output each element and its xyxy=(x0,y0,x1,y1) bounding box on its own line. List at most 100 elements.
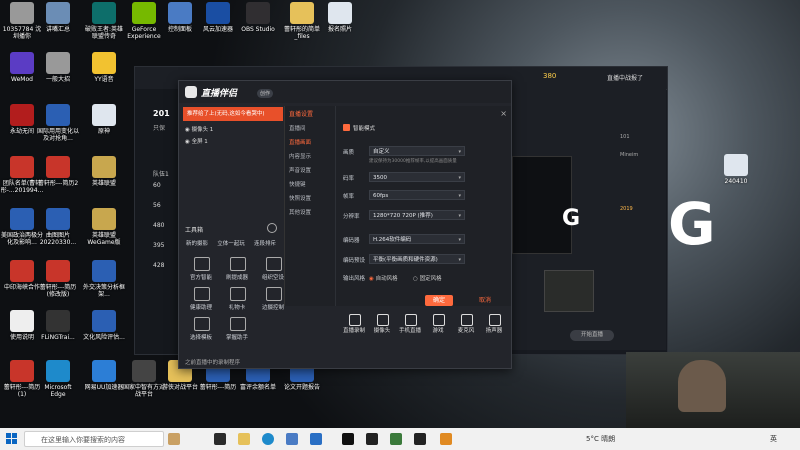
save-button[interactable]: 确定 xyxy=(425,295,453,306)
mail-icon[interactable] xyxy=(310,433,322,445)
pinned-app-icon[interactable] xyxy=(168,433,180,445)
edge-icon[interactable] xyxy=(262,433,274,445)
start-live-button[interactable]: 开始直播 xyxy=(570,330,614,341)
desktop-icon[interactable]: 报名照片 xyxy=(318,2,362,33)
field-select[interactable]: 平衡(平衡画质和硬件资源) ▾ xyxy=(369,254,465,264)
bottom-control-icon[interactable] xyxy=(461,314,473,326)
app2-icon[interactable] xyxy=(440,433,452,445)
desktop-icon[interactable]: OBS Studio xyxy=(236,2,280,33)
desktop-icon[interactable]: 蕾轩彤---简历(修改版) xyxy=(36,260,80,298)
obs-icon[interactable] xyxy=(414,433,426,445)
settings-dialog[interactable]: 直播设置 直播间 直播画面 内容显示 声音设置 快捷键 快照设置 其他设置 × 智能模式 画… xyxy=(284,106,511,306)
gift-icon[interactable] xyxy=(230,287,246,301)
heart-icon[interactable] xyxy=(194,287,210,301)
field-value: 平衡(平衡画质和硬件资源) xyxy=(373,257,438,263)
desktop-icon[interactable]: FLiNGTrai... xyxy=(36,310,80,341)
field-select[interactable]: 1280*720 720P (推荐) ▾ xyxy=(369,210,465,220)
desktop-icon[interactable]: 破败王者:英雄联盟传奇 xyxy=(82,2,126,40)
windows-start-icon[interactable] xyxy=(6,433,17,444)
count-1: 60 xyxy=(153,182,161,189)
desktop-icon[interactable]: Microsoft Edge xyxy=(36,360,80,398)
desktop-app-icon xyxy=(92,360,116,382)
cancel-button[interactable]: 取消 xyxy=(471,295,499,306)
bottom-control-icon[interactable] xyxy=(377,314,389,326)
count-3: 480 xyxy=(153,222,165,229)
desktop-icon[interactable]: 英雄联盟 xyxy=(82,156,126,187)
bottom-control-icon[interactable] xyxy=(433,314,445,326)
desktop-icon[interactable]: 曲图图片20220330... xyxy=(36,208,80,246)
bottom-control-icon[interactable] xyxy=(405,314,417,326)
desktop-app-icon xyxy=(92,208,116,230)
desktop-icon[interactable]: 原神 xyxy=(82,104,126,135)
chevron-down-icon: ▾ xyxy=(458,237,461,243)
explorer-icon[interactable] xyxy=(238,433,250,445)
tool-label: 官方智能 xyxy=(189,275,212,281)
task-view-icon[interactable] xyxy=(214,433,226,445)
desktop-app-icon xyxy=(206,2,230,24)
game-g-icon[interactable] xyxy=(366,433,378,445)
tool-tab-1[interactable]: 新的摄影 xyxy=(179,239,215,247)
bottom-control-icon[interactable] xyxy=(349,314,361,326)
desktop-icon[interactable]: 风云加速器 xyxy=(196,2,240,33)
settings-nav-item[interactable]: 声音设置 xyxy=(289,166,311,174)
search-input[interactable]: 在这里输入你要搜索的内容 xyxy=(24,431,164,447)
settings-nav-item[interactable]: 快捷键 xyxy=(289,180,306,188)
close-icon[interactable]: × xyxy=(500,109,507,118)
desktop-icon[interactable]: 讲嘴汇总 xyxy=(36,2,80,33)
app-icon[interactable] xyxy=(390,433,402,445)
bottom-control-label: 麦克风 xyxy=(457,328,475,334)
store-icon[interactable] xyxy=(286,433,298,445)
desktop-app-icon xyxy=(168,2,192,24)
back-app-leftcol: 201 只保 队伍1 60 56 480 395 428 xyxy=(135,89,179,354)
desktop-icon[interactable]: 文化风险评估... xyxy=(82,310,126,341)
desktop-icon[interactable]: 240410 xyxy=(714,154,758,185)
desktop-icon[interactable]: 国际用用变化以及对抢角... xyxy=(36,104,80,142)
settings-nav-item[interactable]: 快照设置 xyxy=(289,194,311,202)
desktop-app-icon xyxy=(10,260,34,282)
desktop-icon[interactable]: 网易UU加速器 xyxy=(82,360,126,391)
radio-fixed-label: 固定风格 xyxy=(419,276,442,282)
dell-icon[interactable] xyxy=(342,433,354,445)
field-hint: 建议保持为30000推荐帧率,以提高画面质量 xyxy=(369,159,457,164)
settings-nav-item[interactable]: 直播间 xyxy=(289,124,306,132)
weather-text[interactable]: 5°C 晴朗 xyxy=(586,434,615,444)
settings-icon[interactable] xyxy=(267,223,277,233)
settings-nav-item[interactable]: 直播画面 xyxy=(289,138,311,146)
notice-banner[interactable]: 推荐给了上(无码,这如今看哭中) xyxy=(183,107,283,121)
robot-icon[interactable] xyxy=(230,317,246,331)
clock-icon[interactable] xyxy=(266,257,282,271)
lang-indicator[interactable]: 英 xyxy=(770,434,777,444)
radio-auto[interactable]: ◉ 自动风格 xyxy=(369,274,398,282)
bottom-control-icon[interactable] xyxy=(489,314,501,326)
tool-tab-3[interactable]: 连段排斥 xyxy=(247,239,283,247)
scissors-icon[interactable] xyxy=(194,257,210,271)
eye-icon[interactable]: ◉ xyxy=(185,127,190,133)
desktop-icon[interactable]: YY语音 xyxy=(82,52,126,83)
desktop-app-icon xyxy=(246,2,270,24)
radio-fixed[interactable]: ○ 固定风格 xyxy=(413,274,442,282)
field-select[interactable]: H.264软件编码 ▾ xyxy=(369,234,465,244)
field-select[interactable]: 3500 ▾ xyxy=(369,172,465,182)
desktop-icon[interactable]: 蕾轩彤---简历2 xyxy=(36,156,80,187)
desktop-icon[interactable]: 一般大招 xyxy=(36,52,80,83)
smart-mode-label: 智能模式 xyxy=(353,126,376,132)
scene-item-camera[interactable]: ◉ 摄像头 1 xyxy=(185,125,213,133)
webcam-feed xyxy=(626,352,800,428)
desktop-app-icon xyxy=(46,208,70,230)
star-icon[interactable] xyxy=(194,317,210,331)
scene-item-fullscreen[interactable]: ◉ 全屏 1 xyxy=(185,137,208,145)
settings-nav-item[interactable]: 其他设置 xyxy=(289,208,311,216)
tool-tab-2[interactable]: 立体一起玩 xyxy=(213,239,249,247)
desktop-icon[interactable]: 外交决策分析框架... xyxy=(82,260,126,298)
settings-nav-item[interactable]: 内容显示 xyxy=(289,152,311,160)
cloud-icon[interactable] xyxy=(230,257,246,271)
field-select[interactable]: 60fps ▾ xyxy=(369,190,465,200)
desktop-icon[interactable]: 英雄联盟WeGame版 xyxy=(82,208,126,246)
smart-mode-checkbox[interactable] xyxy=(343,124,350,131)
desktop-icon-label: 文化风险评估... xyxy=(83,334,125,341)
topbar-number: 380 xyxy=(543,72,557,80)
monitor-icon[interactable] xyxy=(266,287,282,301)
field-select[interactable]: 自定义 ▾ xyxy=(369,146,465,156)
eye-icon[interactable]: ◉ xyxy=(185,139,190,145)
desktop-icon-label: 原神 xyxy=(97,128,110,135)
